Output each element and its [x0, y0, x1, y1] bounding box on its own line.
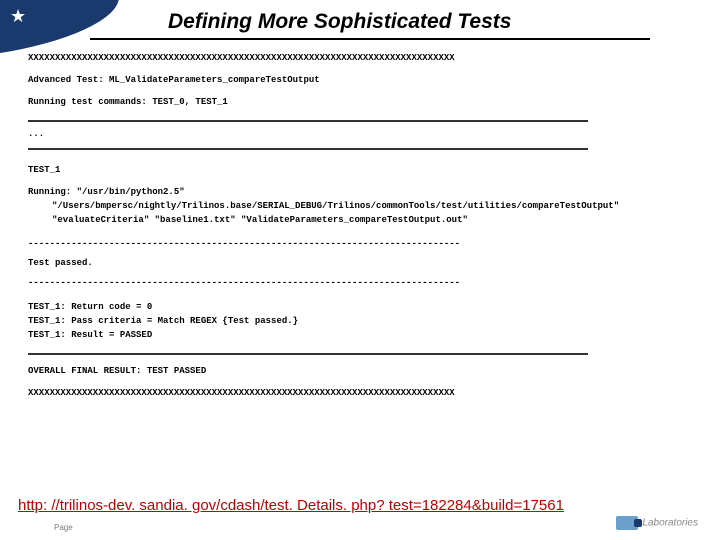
- dash-rule: ----------------------------------------…: [28, 277, 700, 291]
- pass-criteria: TEST_1: Pass criteria = Match REGEX {Tes…: [28, 315, 700, 329]
- footer-page: Page: [54, 523, 73, 532]
- ellipsis: ...: [28, 128, 700, 142]
- thick-rule: [28, 120, 588, 122]
- thick-rule: [28, 353, 588, 355]
- slide-title: Defining More Sophisticated Tests: [168, 10, 511, 34]
- slide: ★ Defining More Sophisticated Tests XXXX…: [0, 0, 720, 540]
- title-underline: [90, 38, 650, 40]
- slide-body: XXXXXXXXXXXXXXXXXXXXXXXXXXXXXXXXXXXXXXXX…: [28, 52, 700, 401]
- return-code: TEST_1: Return code = 0: [28, 301, 700, 315]
- footer-lab-text: Laboratories: [642, 518, 698, 529]
- test-passed: Test passed.: [28, 257, 700, 271]
- x-divider-bottom: XXXXXXXXXXXXXXXXXXXXXXXXXXXXXXXXXXXXXXXX…: [28, 387, 700, 401]
- overall-result: OVERALL FINAL RESULT: TEST PASSED: [28, 365, 700, 379]
- logo-swoosh: ★: [0, 0, 120, 60]
- result: TEST_1: Result = PASSED: [28, 329, 700, 343]
- details-url-link[interactable]: http: //trilinos-dev. sandia. gov/cdash/…: [18, 497, 564, 514]
- footer-lab: Laboratories: [616, 516, 698, 530]
- lab-logo-icon: [616, 516, 638, 530]
- run-cmd-line-1: Running: "/usr/bin/python2.5": [28, 186, 700, 200]
- advanced-test-line: Advanced Test: ML_ValidateParameters_com…: [28, 74, 700, 88]
- run-cmd-line-2: "/Users/bmpersc/nightly/Trilinos.base/SE…: [28, 200, 700, 214]
- x-divider-top: XXXXXXXXXXXXXXXXXXXXXXXXXXXXXXXXXXXXXXXX…: [28, 52, 700, 66]
- run-cmd-line-3: "evaluateCriteria" "baseline1.txt" "Vali…: [28, 214, 700, 228]
- thick-rule: [28, 148, 588, 150]
- running-line: Running test commands: TEST_0, TEST_1: [28, 96, 700, 110]
- star-icon: ★: [10, 6, 26, 27]
- test-label: TEST_1: [28, 164, 700, 178]
- dash-rule: ----------------------------------------…: [28, 238, 700, 252]
